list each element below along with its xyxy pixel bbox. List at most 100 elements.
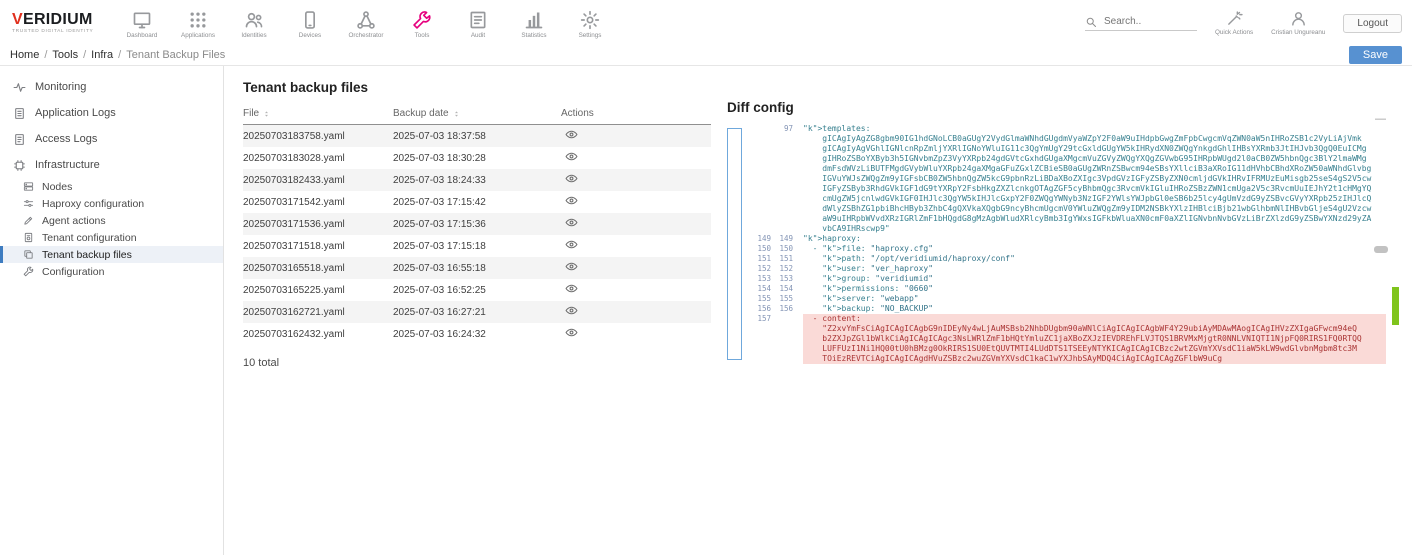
view-backup-button[interactable] <box>565 150 578 163</box>
diff-line-removed: TOiEzREVTCiAgICAgICAgdHVuZSBzc2wuZGVmYXV… <box>749 354 1386 364</box>
diff-new-line-number: 97 <box>771 124 793 134</box>
view-backup-button[interactable] <box>565 304 578 317</box>
diff-new-line-number <box>771 224 793 234</box>
nav-item-tools[interactable]: Tools <box>394 8 450 39</box>
diff-line: 150150 - "k">file: "haproxy.cfg" <box>749 244 1386 254</box>
nav-item-devices[interactable]: Devices <box>282 8 338 39</box>
column-header-actions: Actions <box>561 108 711 119</box>
column-header-file[interactable]: File <box>243 108 393 119</box>
nav-item-applications[interactable]: Applications <box>170 8 226 39</box>
diff-line: aW9uIHRpbWVvdXRzIGRlZmF1bHQgdG8gMzAgbWlu… <box>749 214 1386 224</box>
content: Monitoring Application Logs Access Logs Inf… <box>0 66 1412 555</box>
search-box <box>1085 16 1197 31</box>
infrastructure-icon <box>13 159 26 172</box>
view-backup-button[interactable] <box>565 326 578 339</box>
diff-line: 156156 "k">backup: "NO_BACKUP" <box>749 304 1386 314</box>
logout-button[interactable]: Logout <box>1343 14 1402 33</box>
diff-old-line-number <box>749 224 771 234</box>
column-header-backup-date[interactable]: Backup date <box>393 108 561 119</box>
devices-icon <box>300 10 320 30</box>
sidebar-item-tenant-backup-files[interactable]: Tenant backup files <box>0 246 223 263</box>
sidebar-item-application-logs[interactable]: Application Logs <box>0 100 223 126</box>
nav-item-audit[interactable]: Audit <box>450 8 506 39</box>
nav-item-settings[interactable]: Settings <box>562 8 618 39</box>
diff-old-line-number: 154 <box>749 284 771 294</box>
nav-item-identities[interactable]: Identities <box>226 8 282 39</box>
diff-line-text: "k">path: "/opt/veridiumid/haproxy/conf" <box>803 254 1386 264</box>
diff-line-text: dWlyZSBhZG1pbiBhcHByb3ZhbC4gQXVkaXQgbG9n… <box>803 204 1386 214</box>
diff-line: IGVuYWJsZWQgZm9yIGFsbCB0ZW5hbnQgZW5kcG9p… <box>749 174 1386 184</box>
diff-scrollbar-thumb[interactable] <box>1374 246 1388 253</box>
view-backup-button[interactable] <box>565 238 578 251</box>
sidebar-item-haproxy-configuration[interactable]: Haproxy configuration <box>0 195 223 212</box>
sidebar-item-configuration[interactable]: Configuration <box>0 263 223 280</box>
diff-old-line-number: 157 <box>749 314 771 324</box>
search-input[interactable] <box>1104 16 1186 27</box>
backup-date: 2025-07-03 16:24:32 <box>393 329 561 340</box>
sidebar-item-label: Tenant configuration <box>42 232 137 244</box>
veridium-logo[interactable]: VERIDIUM TRUSTED DIGITAL IDENTITY <box>8 12 114 35</box>
view-backup-button[interactable] <box>565 216 578 229</box>
table-row: 20250703171542.yaml2025-07-03 17:15:42 <box>243 191 711 213</box>
sidebar-item-access-logs[interactable]: Access Logs <box>0 126 223 152</box>
user-menu[interactable]: Cristian Ungureanu <box>1271 10 1325 36</box>
breadcrumb-link-infra[interactable]: Infra <box>91 49 113 61</box>
sidebar-item-monitoring[interactable]: Monitoring <box>0 74 223 100</box>
save-button[interactable]: Save <box>1349 46 1402 64</box>
sort-icon[interactable] <box>263 109 270 119</box>
diff-old-line-number <box>749 324 771 334</box>
nav-item-label: Identities <box>241 32 266 39</box>
tenant-configuration-icon <box>23 232 34 243</box>
view-backup-button[interactable] <box>565 172 578 185</box>
diff-new-line-number <box>771 174 793 184</box>
breadcrumb-separator: / <box>83 49 86 61</box>
nav-item-dashboard[interactable]: Dashboard <box>114 8 170 39</box>
backup-date: 2025-07-03 18:24:33 <box>393 175 561 186</box>
sidebar-item-nodes[interactable]: Nodes <box>0 178 223 195</box>
backup-date: 2025-07-03 16:27:21 <box>393 307 561 318</box>
sort-icon[interactable] <box>453 109 460 119</box>
sidebar-item-label: Haproxy configuration <box>42 198 144 210</box>
diff-line: 155155 "k">server: "webapp" <box>749 294 1386 304</box>
sidebar-item-tenant-configuration[interactable]: Tenant configuration <box>0 229 223 246</box>
diff-line-text: "k">user: "ver_haproxy" <box>803 264 1386 274</box>
diff-new-line-number <box>771 154 793 164</box>
diff-line: dmFsdWVzLiBUTFMgdGVybWluYXRpb24gaXMgaGFu… <box>749 164 1386 174</box>
diff-gutter-box <box>727 128 742 360</box>
breadcrumb-link-home[interactable]: Home <box>10 49 39 61</box>
diff-viewer: 97"k">templates: gICAgIyAgZG8gbm90IG1hdG… <box>727 124 1386 364</box>
diff-line: 154154 "k">permissions: "0660" <box>749 284 1386 294</box>
view-backup-button[interactable] <box>565 128 578 141</box>
column-header-actions-label: Actions <box>561 108 594 119</box>
backup-date: 2025-07-03 16:55:18 <box>393 263 561 274</box>
diff-line-text: "k">group: "veridiumid" <box>803 274 1386 284</box>
diff-line: 97"k">templates: <box>749 124 1386 134</box>
brand-v-mark: V <box>12 11 23 28</box>
nav-item-label: Applications <box>181 32 215 39</box>
sidebar-item-agent-actions[interactable]: Agent actions <box>0 212 223 229</box>
diff-line-text: aW9uIHRpbWVvdXRzIGRlZmF1bHQgdG8gMzAgbWlu… <box>803 214 1386 224</box>
diff-line-removed: b2ZXJpZGl1bWlkCiAgICAgICAgc3NsLWRlZmF1bH… <box>749 334 1386 344</box>
sidebar-item-label: Access Logs <box>35 133 97 145</box>
diff-line: vbCA9IHRscwp9" <box>749 224 1386 234</box>
diff-old-line-number <box>749 144 771 154</box>
table-header-row: File Backup date Actions <box>243 108 711 125</box>
sidebar-item-infrastructure[interactable]: Infrastructure <box>0 152 223 178</box>
breadcrumb-link-tools[interactable]: Tools <box>52 49 78 61</box>
nav-item-orchestrator[interactable]: Orchestrator <box>338 8 394 39</box>
table-row: 20250703162721.yaml2025-07-03 16:27:21 <box>243 301 711 323</box>
view-backup-button[interactable] <box>565 194 578 207</box>
nav-item-label: Orchestrator <box>349 32 384 39</box>
nav-item-statistics[interactable]: Statistics <box>506 8 562 39</box>
diff-line-text: dmFsdWVzLiBUTFMgdGVybWluYXRpb24gaXMgaGFu… <box>803 164 1386 174</box>
access-logs-icon <box>13 133 26 146</box>
breadcrumb-separator: / <box>118 49 121 61</box>
quick-actions-button[interactable]: Quick Actions <box>1215 10 1253 36</box>
diff-new-line-number <box>771 324 793 334</box>
primary-nav: Dashboard Applications Identities Devices Or… <box>114 8 618 39</box>
collapse-diff-icon[interactable]: — <box>1375 116 1386 122</box>
view-backup-button[interactable] <box>565 260 578 273</box>
brand-rest: ERIDIUM <box>23 11 93 28</box>
view-backup-button[interactable] <box>565 282 578 295</box>
sidebar-item-label: Application Logs <box>35 107 116 119</box>
